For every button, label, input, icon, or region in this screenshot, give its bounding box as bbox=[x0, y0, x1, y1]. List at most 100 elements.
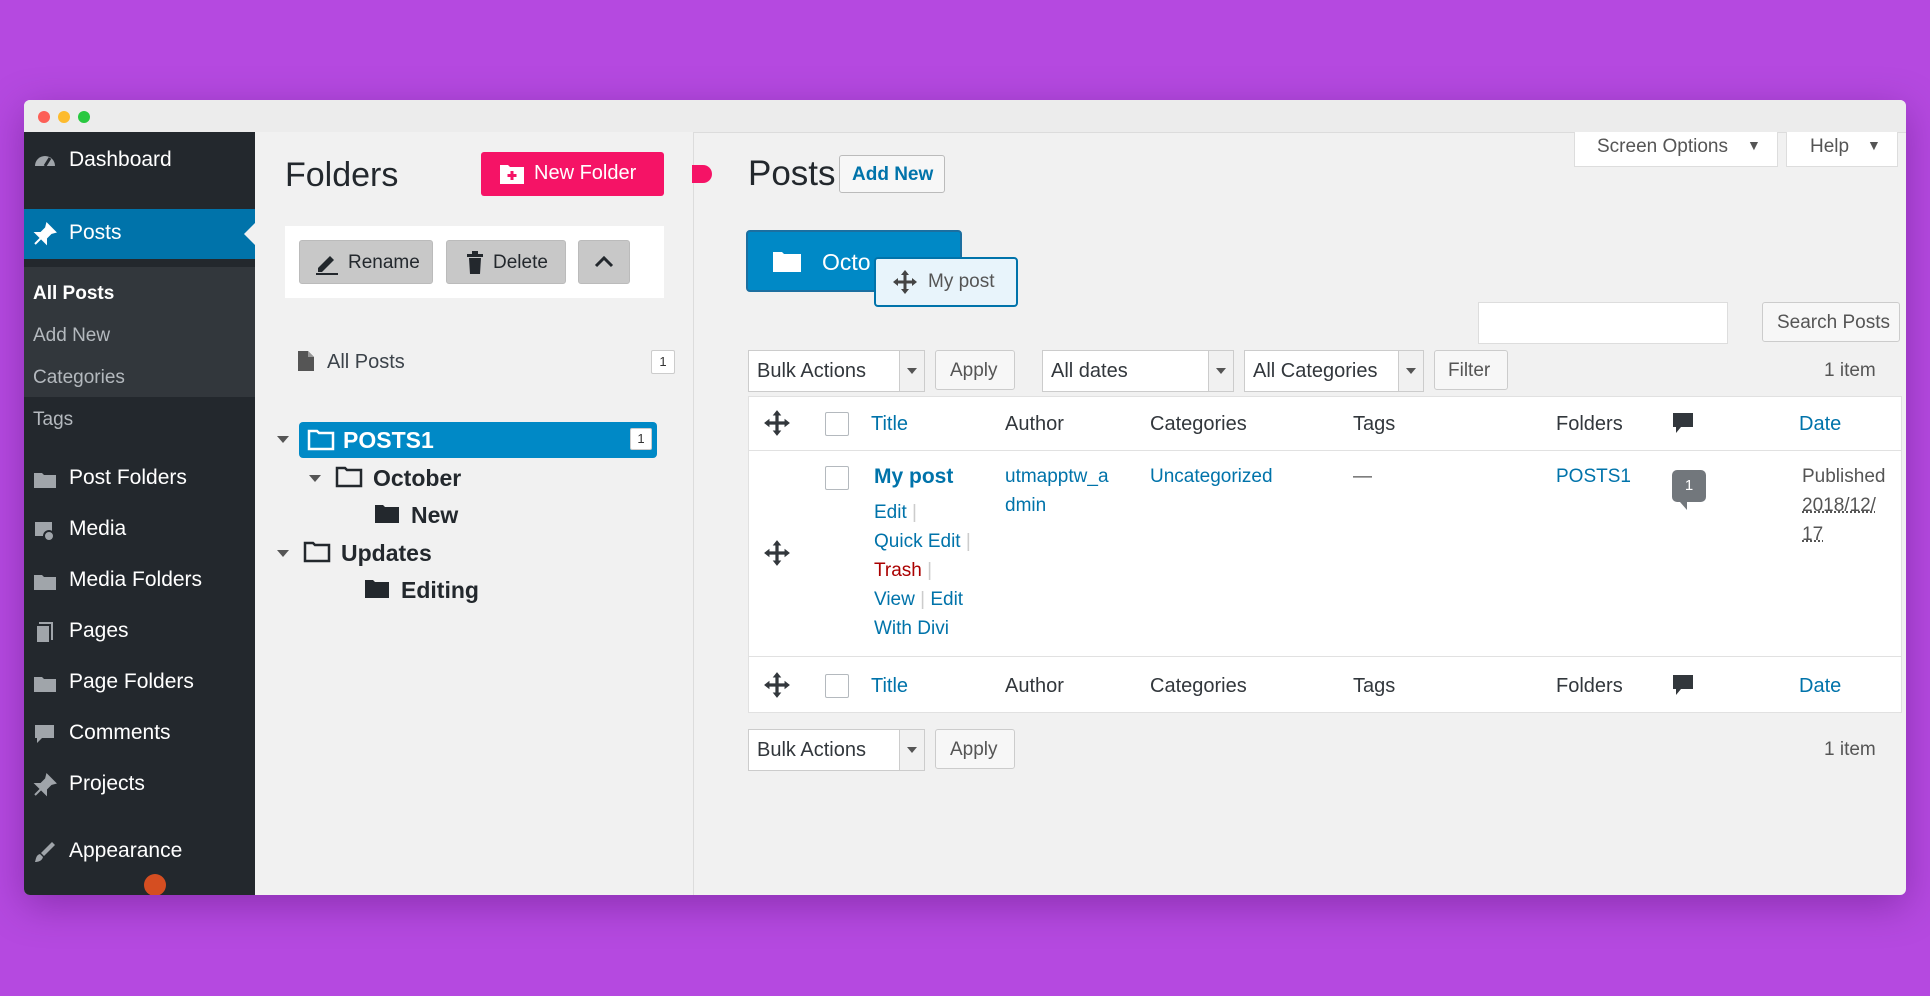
folder-new-label: New bbox=[411, 502, 459, 528]
search-posts-input[interactable] bbox=[1478, 302, 1728, 344]
column-author-footer: Author bbox=[1005, 675, 1064, 697]
post-category-link[interactable]: Uncategorized bbox=[1150, 462, 1273, 491]
add-new-button[interactable]: Add New bbox=[839, 155, 945, 193]
pencil-icon bbox=[316, 256, 338, 275]
filter-label: Filter bbox=[1448, 360, 1491, 381]
post-date: Published 2018/12/ 17 bbox=[1802, 462, 1885, 549]
folder-editing[interactable]: Editing bbox=[357, 572, 577, 608]
pin-icon bbox=[33, 222, 57, 246]
trash-link[interactable]: Trash bbox=[874, 560, 922, 581]
menu-dashboard[interactable]: Dashboard bbox=[24, 136, 255, 186]
apply-label: Apply bbox=[950, 360, 998, 381]
menu-projects-label: Projects bbox=[69, 772, 145, 795]
folder-posts1[interactable]: POSTS1 1 bbox=[299, 422, 657, 458]
submenu-add-new[interactable]: Add New bbox=[33, 325, 110, 347]
column-date-footer[interactable]: Date bbox=[1799, 675, 1841, 698]
view-link[interactable]: View bbox=[874, 589, 915, 610]
apply-button-bottom[interactable]: Apply bbox=[935, 729, 1015, 769]
dates-select[interactable]: All dates bbox=[1042, 350, 1234, 392]
help-button[interactable]: Help ▼ bbox=[1786, 132, 1898, 167]
edit-link[interactable]: Edit bbox=[874, 502, 907, 523]
bulk-actions-select[interactable]: Bulk Actions bbox=[748, 350, 925, 392]
menu-appearance[interactable]: Appearance bbox=[24, 827, 255, 877]
date-line-2: 17 bbox=[1802, 524, 1824, 545]
post-folder-link[interactable]: POSTS1 bbox=[1556, 462, 1631, 491]
admin-sidebar: Dashboard Posts All Posts Add New Catego… bbox=[24, 132, 255, 895]
collapse-button[interactable] bbox=[578, 240, 630, 284]
select-all-checkbox-footer[interactable] bbox=[825, 674, 849, 698]
dragging-folder-label: Octo bbox=[822, 249, 871, 275]
caret-down-icon: ▼ bbox=[1747, 137, 1761, 153]
menu-posts[interactable]: Posts bbox=[24, 209, 255, 259]
folder-posts1-label: POSTS1 bbox=[343, 427, 434, 453]
new-folder-button[interactable]: New Folder bbox=[481, 152, 664, 196]
folder-new[interactable]: New bbox=[367, 497, 567, 533]
caret-down-icon[interactable] bbox=[277, 436, 289, 443]
move-icon[interactable] bbox=[763, 539, 791, 567]
select-all-checkbox[interactable] bbox=[825, 412, 849, 436]
page-title: Posts bbox=[748, 154, 836, 193]
window-titlebar bbox=[24, 100, 1906, 133]
menu-page-folders[interactable]: Page Folders bbox=[24, 658, 255, 708]
folder-updates[interactable]: Updates bbox=[297, 535, 597, 571]
close-window-button[interactable] bbox=[38, 111, 50, 123]
column-title-footer[interactable]: Title bbox=[871, 675, 908, 698]
chevron-down-icon bbox=[899, 351, 924, 391]
minimize-window-button[interactable] bbox=[58, 111, 70, 123]
column-title[interactable]: Title bbox=[871, 413, 908, 436]
screen-options-button[interactable]: Screen Options ▼ bbox=[1574, 132, 1778, 167]
all-posts-count: 1 bbox=[651, 350, 675, 374]
new-folder-label: New Folder bbox=[534, 162, 637, 184]
all-posts-label: All Posts bbox=[327, 351, 405, 373]
date-status: Published bbox=[1802, 466, 1886, 487]
folder-october[interactable]: October bbox=[329, 460, 629, 496]
separator: | bbox=[965, 531, 971, 552]
edit-with-divi-link[interactable]: Edit bbox=[930, 589, 963, 610]
folder-updates-label: Updates bbox=[341, 540, 432, 566]
menu-dashboard-label: Dashboard bbox=[69, 148, 172, 171]
submenu-all-posts[interactable]: All Posts bbox=[33, 283, 114, 305]
items-count-bottom: 1 item bbox=[1824, 739, 1876, 760]
folder-icon bbox=[365, 580, 389, 598]
delete-button[interactable]: Delete bbox=[446, 240, 566, 284]
separator: | bbox=[927, 560, 933, 581]
maximize-window-button[interactable] bbox=[78, 111, 90, 123]
bulk-actions-select-bottom[interactable]: Bulk Actions bbox=[748, 729, 925, 771]
folders-panel: Folders New Folder Rename Delete All Pos… bbox=[255, 132, 694, 895]
apply-label-bottom: Apply bbox=[950, 739, 998, 760]
quick-edit-link[interactable]: Quick Edit bbox=[874, 531, 961, 552]
column-folders-footer: Folders bbox=[1556, 675, 1623, 697]
dragging-post-chip[interactable]: My post bbox=[874, 257, 1018, 307]
search-posts-button[interactable]: Search Posts bbox=[1762, 302, 1900, 342]
post-author-link[interactable]: utmapptw_a dmin bbox=[1005, 462, 1109, 520]
comment-count-badge[interactable]: 1 bbox=[1672, 470, 1706, 510]
menu-media[interactable]: Media bbox=[24, 505, 255, 555]
menu-projects[interactable]: Projects bbox=[24, 760, 255, 810]
menu-post-folders[interactable]: Post Folders bbox=[24, 454, 255, 504]
caret-down-icon[interactable] bbox=[309, 475, 321, 482]
post-tags: — bbox=[1353, 466, 1372, 487]
move-icon bbox=[764, 672, 790, 698]
folder-outline-icon bbox=[303, 541, 331, 563]
categories-select[interactable]: All Categories bbox=[1244, 350, 1424, 392]
column-author: Author bbox=[1005, 413, 1064, 435]
post-title-link[interactable]: My post bbox=[874, 462, 953, 491]
rename-button[interactable]: Rename bbox=[299, 240, 433, 284]
all-posts-item[interactable]: All Posts bbox=[297, 350, 405, 378]
apply-button[interactable]: Apply bbox=[935, 350, 1015, 390]
menu-pages[interactable]: Pages bbox=[24, 607, 255, 657]
menu-comments[interactable]: Comments bbox=[24, 709, 255, 759]
media-icon bbox=[35, 522, 55, 542]
filter-button[interactable]: Filter bbox=[1434, 350, 1508, 390]
row-checkbox[interactable] bbox=[825, 466, 849, 490]
folder-toolbar: Rename Delete bbox=[285, 226, 664, 298]
submenu-categories[interactable]: Categories bbox=[33, 367, 125, 389]
edit-with-divi-link-cont[interactable]: With Divi bbox=[874, 618, 949, 639]
menu-media-folders[interactable]: Media Folders bbox=[24, 556, 255, 606]
row-actions: Edit | Quick Edit | Trash | View | Edit … bbox=[874, 498, 984, 643]
folders-toggle-tab[interactable] bbox=[692, 165, 712, 183]
separator: | bbox=[912, 502, 917, 523]
caret-down-icon[interactable] bbox=[277, 550, 289, 557]
column-date[interactable]: Date bbox=[1799, 413, 1841, 436]
submenu-tags[interactable]: Tags bbox=[33, 409, 73, 431]
